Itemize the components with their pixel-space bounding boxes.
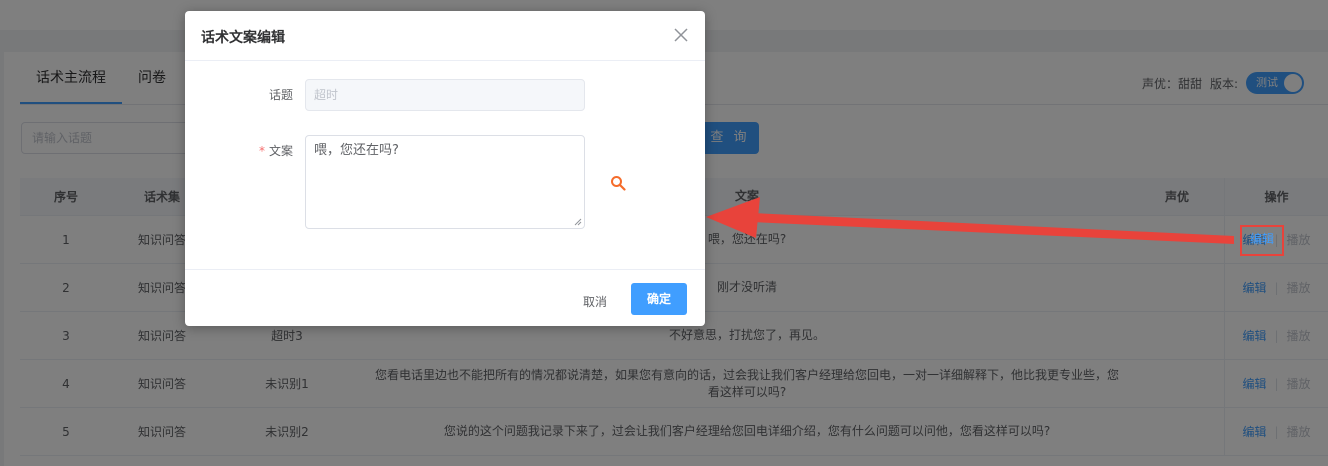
cancel-button[interactable]: 取消: [571, 286, 619, 318]
dialog-header: 话术文案编辑: [185, 11, 705, 61]
text-label: 文案: [268, 144, 293, 158]
script-text-area[interactable]: 喂，您还在吗?: [305, 135, 585, 229]
search-icon[interactable]: [610, 175, 626, 191]
dialog-title: 话术文案编辑: [201, 30, 285, 46]
text-row: * 文案 喂，您还在吗?: [185, 135, 585, 229]
topic-field: 超时: [305, 79, 585, 111]
script-text-value: 喂，您还在吗?: [314, 143, 399, 158]
close-icon[interactable]: [671, 25, 691, 45]
topic-label: 话题: [268, 88, 293, 102]
dialog-footer: 取消 确定: [185, 269, 705, 326]
confirm-button[interactable]: 确定: [631, 283, 687, 315]
text-label-wrap: * 文案: [185, 135, 305, 229]
edit-script-dialog: 话术文案编辑 话题 超时 * 文案 喂，您还在吗? 取消 确定: [185, 11, 705, 326]
resize-grip-icon[interactable]: [574, 218, 582, 226]
required-mark: *: [258, 144, 265, 158]
annotation-highlight-box: [1240, 225, 1284, 256]
topic-row: 话题 超时: [185, 79, 585, 111]
